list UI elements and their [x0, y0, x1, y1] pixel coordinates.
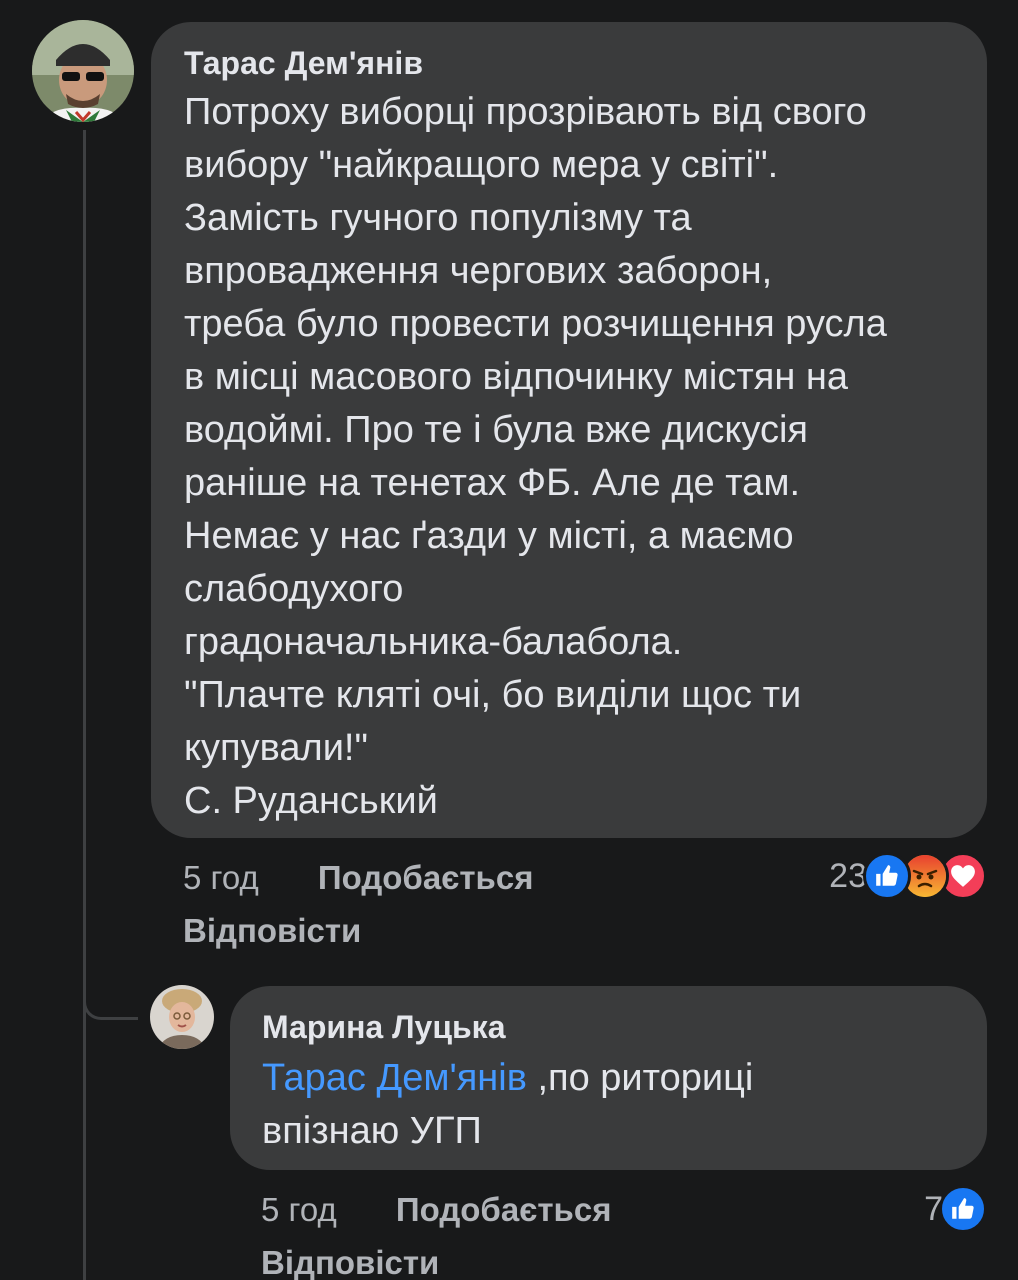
comment-line: Потроху виборці прозрівають від свого [184, 91, 867, 133]
comment-line: слабодухого [184, 568, 404, 610]
like-button[interactable]: Подобається [318, 859, 534, 896]
comment-line: "Плачте кляті очі, бо виділи щос ти [184, 674, 802, 716]
reaction-count: 23 [829, 856, 867, 895]
comment-line-rest: ,по риториці [526, 1057, 754, 1099]
comment-line: купували!" [184, 727, 368, 769]
comment-line: впровадження чергових заборон, [184, 250, 773, 292]
comment-author[interactable]: Тарас Дем'янів [184, 42, 953, 84]
comment-line: Тарас Дем'янів ,по риториці [262, 1052, 955, 1105]
comment-author[interactable]: Марина Луцька [262, 1006, 955, 1048]
comment-line: впізнаю УГП [262, 1110, 482, 1152]
comment-line: треба було провести розчищення русла [184, 303, 887, 345]
comment-line: раніше на тенетах ФБ. Але де там. [184, 462, 800, 504]
comment-line: Немає у нас ґазди у місті, а маємо [184, 515, 794, 557]
comment-text: Тарас Дем'янів ,по риториці впізнаю УГП [262, 1052, 955, 1158]
comment-line: вибору "найкращого мера у світі". [184, 144, 779, 186]
comment-line: Замість гучного популізму та [184, 197, 692, 239]
reaction-summary[interactable]: 23 [829, 852, 987, 900]
like-icon [863, 852, 911, 900]
comment-timestamp[interactable]: 5 год [261, 1191, 337, 1228]
comment-line: С. Руданський [184, 780, 438, 822]
comment-line: в місці масового відпочинку містян на [184, 356, 849, 398]
comment-text: Потроху виборці прозрівають від свого ви… [184, 86, 953, 828]
comment-bubble: Марина Луцька Тарас Дем'янів ,по риториц… [230, 986, 987, 1170]
avatar[interactable] [32, 20, 134, 122]
thread-branch [83, 985, 138, 1020]
comment-line: водоймі. Про те і була вже дискусія [184, 409, 808, 451]
mention-link[interactable]: Тарас Дем'янів [262, 1057, 527, 1099]
reaction-summary[interactable]: 7 [924, 1185, 987, 1233]
reply-button[interactable]: Відповісти [183, 910, 361, 952]
comment-line: градоначальника-балабола. [184, 621, 683, 663]
reply-button[interactable]: Відповісти [261, 1242, 439, 1280]
like-icon [939, 1185, 987, 1233]
thread-line [83, 130, 86, 1280]
comment-timestamp[interactable]: 5 год [183, 859, 259, 896]
comment-actions: 5 год Подобається [183, 857, 533, 899]
comment-thread: Тарас Дем'янів Потроху виборці прозріваю… [0, 0, 1018, 1280]
avatar[interactable] [150, 985, 214, 1049]
like-button[interactable]: Подобається [396, 1191, 612, 1228]
comment-actions: 5 год Подобається [261, 1189, 611, 1231]
comment-bubble: Тарас Дем'янів Потроху виборці прозріваю… [151, 22, 987, 838]
